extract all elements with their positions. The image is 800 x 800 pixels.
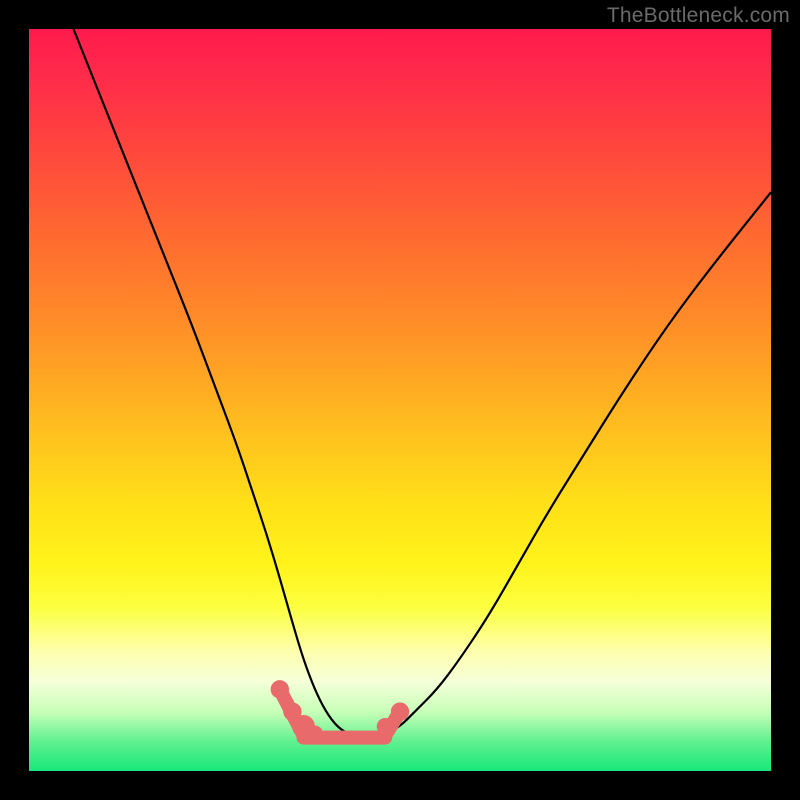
- data-marker: [391, 702, 409, 720]
- data-marker: [377, 718, 394, 735]
- plot-area: [29, 29, 771, 771]
- data-marker: [306, 725, 323, 742]
- curve-left-branch: [74, 29, 349, 734]
- watermark-label: TheBottleneck.com: [607, 4, 790, 28]
- curve-right-branch: [385, 192, 771, 734]
- curve-layer: [29, 29, 771, 771]
- chart-frame: TheBottleneck.com: [0, 0, 800, 800]
- data-marker: [271, 680, 289, 698]
